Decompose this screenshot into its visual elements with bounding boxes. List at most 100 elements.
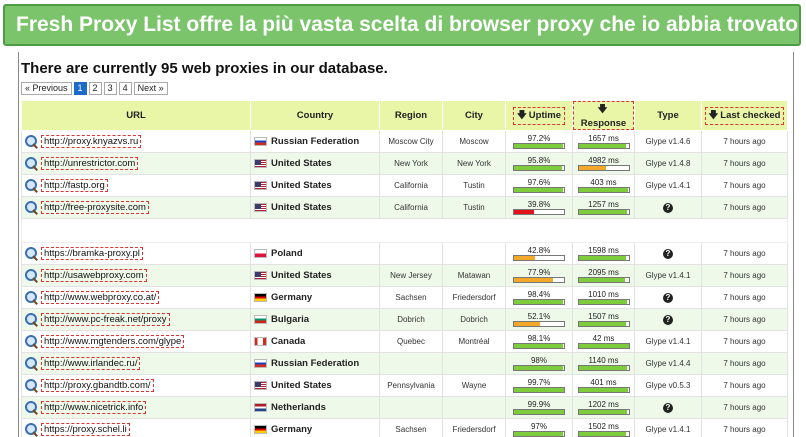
proxy-url-link[interactable]: http://www.nicetrick.info — [41, 401, 147, 414]
uptime-meter: 39.8% — [506, 200, 572, 215]
col-header-city[interactable]: City — [442, 100, 506, 131]
proxy-url-link[interactable]: http://unrestrictor.com — [41, 157, 139, 170]
proxy-url-link[interactable]: http://proxy.knyazvs.ru — [41, 135, 142, 148]
page-link-2[interactable]: 2 — [88, 82, 102, 95]
proxy-url-link[interactable]: https://bramka-proxy.pl — [41, 247, 143, 260]
uptime-meter: 98.4% — [506, 290, 572, 305]
next-page-link[interactable]: Next » — [133, 82, 168, 95]
region-cell: Dobrich — [379, 308, 443, 331]
uptime-bar-fill — [514, 366, 563, 370]
page-link-4[interactable]: 4 — [118, 82, 132, 95]
country-name: Germany — [271, 424, 313, 435]
url-cell: https://bramka-proxy.pl — [21, 242, 251, 265]
url-cell: http://unrestrictor.com — [21, 152, 251, 175]
uptime-meter: 52.1% — [506, 312, 572, 327]
country-cell: Russian Federation — [250, 130, 380, 153]
uptime-cell: 97% — [505, 418, 573, 437]
response-cell: 401 ms — [572, 374, 635, 397]
uptime-value: 52.1% — [527, 312, 551, 321]
region-cell — [379, 396, 443, 419]
question-icon[interactable]: ? — [663, 248, 673, 259]
table-row: http://free-proxysite.com United States Ca… — [21, 196, 788, 219]
response-bar-fill — [578, 322, 626, 326]
region-cell: Sachsen — [379, 286, 443, 309]
uptime-bar-fill — [514, 344, 564, 348]
uptime-bar-fill — [514, 388, 564, 392]
magnifier-icon[interactable] — [25, 135, 38, 148]
uptime-cell: 39.8% — [505, 196, 573, 219]
response-bar — [577, 255, 630, 261]
city-cell: New York — [442, 152, 506, 175]
country-cell: Germany — [250, 286, 380, 309]
country-name: Russian Federation — [271, 136, 360, 147]
proxy-url-link[interactable]: http://www.mgtenders.com/glype — [41, 335, 185, 348]
magnifier-icon[interactable] — [25, 201, 38, 214]
question-icon[interactable]: ? — [663, 292, 673, 303]
page-link-1[interactable]: 1 — [73, 82, 87, 95]
region-cell: Moscow City — [379, 130, 443, 153]
col-header-region[interactable]: Region — [379, 100, 443, 131]
magnifier-icon[interactable] — [25, 179, 38, 192]
flag-nl-icon — [254, 402, 267, 412]
response-bar — [577, 209, 630, 215]
magnifier-icon[interactable] — [25, 357, 38, 370]
flag-pl-icon — [254, 248, 267, 258]
response-value: 2095 ms — [588, 268, 619, 277]
proxy-url-link[interactable]: http://proxy.gbandtb.com/ — [41, 379, 154, 392]
city-cell: Tustin — [442, 174, 506, 197]
uptime-bar — [513, 187, 565, 193]
col-header-uptime[interactable]: 🡇 Uptime — [505, 100, 573, 131]
col-header-response[interactable]: 🡇Response — [572, 100, 635, 131]
proxy-url-link[interactable]: http://fastp.org — [41, 179, 108, 192]
magnifier-icon[interactable] — [25, 291, 38, 304]
flag-us-icon — [254, 380, 267, 390]
col-header-last-checked[interactable]: 🡇 Last checked — [701, 100, 788, 131]
response-meter: 1502 ms — [573, 422, 634, 437]
magnifier-icon[interactable] — [25, 423, 38, 436]
proxy-url-link[interactable]: http://www.webproxy.co.at/ — [41, 291, 160, 304]
url-cell: http://www.irlandec.ru/ — [21, 352, 251, 375]
country-cell: United States — [250, 174, 380, 197]
magnifier-icon[interactable] — [25, 379, 38, 392]
proxy-url-link[interactable]: http://usawebproxy.com — [41, 269, 147, 282]
country-cell: United States — [250, 196, 380, 219]
country-name: United States — [271, 158, 332, 169]
question-icon[interactable]: ? — [663, 202, 673, 213]
city-cell — [442, 352, 506, 375]
magnifier-icon[interactable] — [25, 335, 38, 348]
caption-banner: Fresh Proxy List offre la più vasta scel… — [3, 4, 801, 46]
col-header-country[interactable]: Country — [250, 100, 380, 131]
col-header-type[interactable]: Type — [634, 100, 702, 131]
response-bar — [577, 165, 630, 171]
country-name: Poland — [271, 248, 303, 259]
response-cell: 1657 ms — [572, 130, 635, 153]
question-icon[interactable]: ? — [663, 314, 673, 325]
proxy-url-link[interactable]: http://www.pc-freak.net/proxy — [41, 313, 170, 326]
response-value: 4982 ms — [588, 156, 619, 165]
magnifier-icon[interactable] — [25, 401, 38, 414]
table-row: http://proxy.knyazvs.ru Russian Federatio… — [21, 130, 788, 153]
proxy-url-link[interactable]: https://proxy.schel.li — [41, 423, 130, 436]
country-cell: United States — [250, 264, 380, 287]
country-cell: Bulgaria — [250, 308, 380, 331]
uptime-bar-fill — [514, 300, 564, 304]
flag-us-icon — [254, 270, 267, 280]
magnifier-icon[interactable] — [25, 269, 38, 282]
response-cell: 1502 ms — [572, 418, 635, 437]
page-link-3[interactable]: 3 — [103, 82, 117, 95]
region-cell: California — [379, 174, 443, 197]
question-icon[interactable]: ? — [663, 402, 673, 413]
proxy-url-link[interactable]: http://www.irlandec.ru/ — [41, 357, 141, 370]
type-cell: ? — [634, 308, 702, 331]
magnifier-icon[interactable] — [25, 157, 38, 170]
proxy-url-link[interactable]: http://free-proxysite.com — [41, 201, 149, 214]
country-cell: Poland — [250, 242, 380, 265]
magnifier-icon[interactable] — [25, 247, 38, 260]
uptime-meter: 98% — [506, 356, 572, 371]
magnifier-icon[interactable] — [25, 313, 38, 326]
prev-page-link[interactable]: « Previous — [21, 82, 72, 95]
response-value: 1598 ms — [588, 246, 619, 255]
response-meter: 1257 ms — [573, 200, 634, 215]
col-header-url[interactable]: URL — [21, 100, 251, 131]
flag-de-icon — [254, 424, 267, 434]
